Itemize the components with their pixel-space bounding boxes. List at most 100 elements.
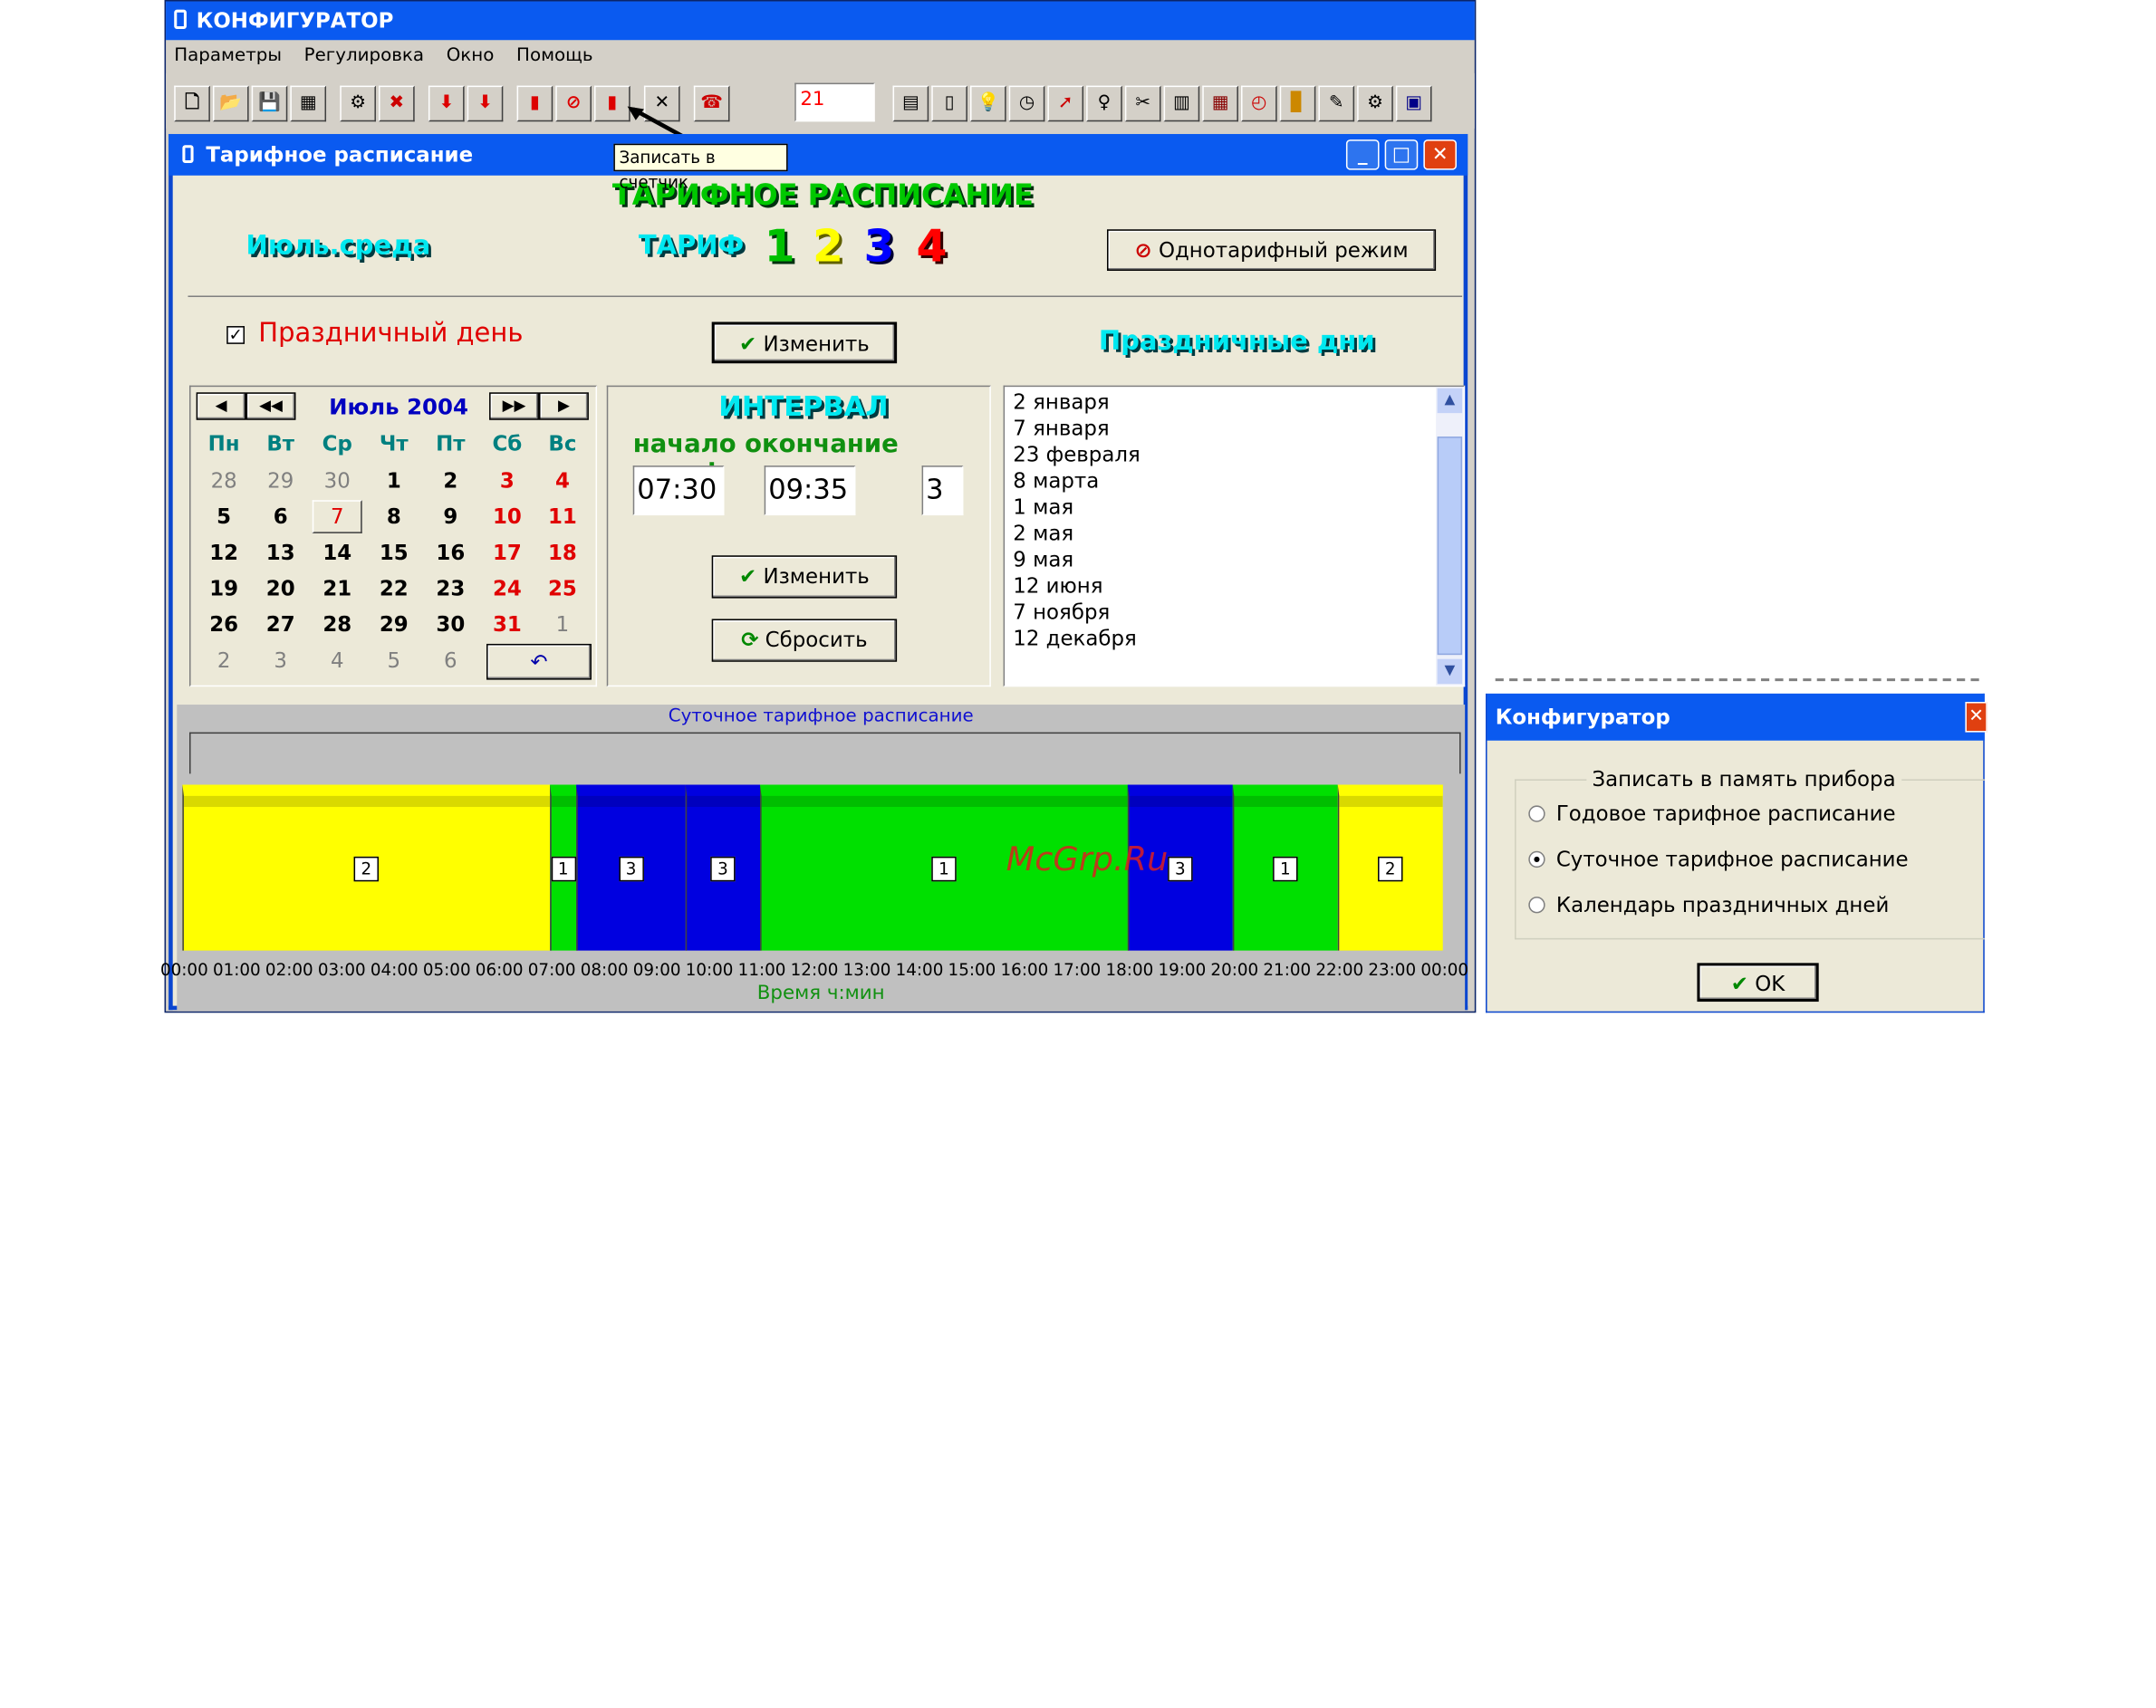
calendar-day[interactable]: 20 [255,576,305,600]
calendar-day[interactable]: 29 [369,612,419,637]
clock-icon[interactable]: ◴ [1240,85,1277,122]
calendar-day[interactable]: 19 [199,576,249,600]
holiday-item[interactable]: 1 мая [1013,494,1140,521]
scroll-thumb[interactable] [1437,437,1463,656]
scrollbar[interactable]: ▲ ▼ [1436,387,1464,686]
calendar-day[interactable]: 21 [313,576,362,600]
calendar-day[interactable]: 2 [199,648,249,673]
calendar-day[interactable]: 7 [312,500,362,533]
calendar-day[interactable]: 28 [313,612,362,637]
today-button[interactable]: ↶ [486,643,592,680]
holiday-checkbox[interactable]: ✓ [226,326,245,344]
device-remove-icon[interactable]: ✖ [379,85,415,122]
calendar-day[interactable]: 25 [537,576,587,600]
calendar-day[interactable]: 22 [369,576,419,600]
write-icon[interactable]: ▮ [516,85,553,122]
menu-window[interactable]: Окно [438,42,503,72]
save-icon[interactable]: 💾 [251,85,288,122]
open-folder-icon[interactable]: 📂 [212,85,249,122]
meter-icon[interactable]: ▯ [931,85,967,122]
scroll-down-icon[interactable]: ▼ [1437,658,1463,685]
holiday-item[interactable]: 23 февраля [1013,442,1140,468]
holiday-item[interactable]: 12 декабря [1013,626,1140,652]
calendar-day[interactable]: 27 [255,612,305,637]
calendar-day[interactable]: 6 [255,504,305,529]
holiday-item[interactable]: 7 января [1013,416,1140,442]
calendar-day[interactable]: 29 [255,468,305,493]
calendar-day[interactable]: 13 [255,541,305,565]
interval-start-input[interactable]: 07:30 [632,465,725,516]
calendar-day[interactable]: 30 [426,612,476,637]
calendar-day[interactable]: 5 [369,648,419,673]
holidays-list[interactable]: 2 января 7 января 23 февраля 8 марта 1 мая 2 … [1003,385,1466,687]
maximize-button[interactable]: □ [1384,139,1419,170]
calendar-day[interactable]: 15 [369,541,419,565]
calendar-day[interactable]: 12 [199,541,249,565]
network-icon[interactable]: ⚙ [1357,85,1393,122]
read-down-2-icon[interactable]: ⬇ [467,85,504,122]
dialog-close-button[interactable]: ✕ [1965,702,1988,733]
calendar-day[interactable]: 11 [537,504,587,529]
calendar-day[interactable]: 3 [255,648,305,673]
calendar-day[interactable]: 14 [313,541,362,565]
calendar-day[interactable]: 28 [199,468,249,493]
calendar-day[interactable]: 31 [482,612,532,637]
holiday-item[interactable]: 2 мая [1013,521,1140,547]
single-tariff-button[interactable]: ⊘ Однотарифный режим [1107,229,1437,272]
bulb-off-icon[interactable]: ♀ [1086,85,1122,122]
calendar-day[interactable]: 10 [482,504,532,529]
ok-button[interactable]: ✔ OK [1697,963,1819,1003]
holiday-change-button[interactable]: ✔ Изменить [711,321,898,364]
calendar-day[interactable]: 1 [537,612,587,637]
menu-regulation[interactable]: Регулировка [295,42,432,72]
radio-yearly[interactable] [1528,805,1545,822]
minimize-button[interactable]: _ [1345,139,1380,170]
calendar-day[interactable]: 17 [482,541,532,565]
calculator-icon[interactable]: ▥ [1163,85,1200,122]
radio-daily[interactable] [1528,850,1545,868]
calendar-day[interactable]: 26 [199,612,249,637]
calendar-day[interactable]: 16 [426,541,476,565]
new-file-icon[interactable]: 🗋 [174,85,210,122]
holiday-item[interactable]: 8 марта [1013,468,1140,494]
menu-parameters[interactable]: Параметры [166,42,290,72]
close-button[interactable]: ✕ [1423,139,1457,170]
arrow-icon[interactable]: ➚ [1047,85,1084,122]
prev-month-button[interactable]: ◀ [196,392,246,420]
next-month-button[interactable]: ▶ [538,392,589,420]
radio-holidays[interactable] [1528,897,1545,914]
meter-list-icon[interactable]: ▤ [892,85,929,122]
tools-icon[interactable]: ✂ [1124,85,1161,122]
config-icon[interactable]: ✎ [1318,85,1355,122]
calendar-day[interactable]: 5 [199,504,249,529]
calendar-day[interactable]: 6 [426,648,476,673]
interval-end-input[interactable]: 09:35 [764,465,856,516]
holiday-item[interactable]: 2 января [1013,389,1140,416]
next-year-button[interactable]: ▶▶ [489,392,539,420]
bulb-icon[interactable]: 💡 [969,85,1006,122]
calendar-day[interactable]: 18 [537,541,587,565]
timer-icon[interactable]: ◷ [1008,85,1045,122]
calendar-day[interactable]: 23 [426,576,476,600]
properties-icon[interactable]: ▦ [290,85,327,122]
calendar-day[interactable]: 30 [313,468,362,493]
read-down-icon[interactable]: ⬇ [428,85,465,122]
calendar-day[interactable]: 4 [537,468,587,493]
calendar-day[interactable]: 9 [426,504,476,529]
calendar-day[interactable]: 24 [482,576,532,600]
scroll-up-icon[interactable]: ▲ [1437,388,1463,414]
interval-reset-button[interactable]: ⟳ Сбросить [711,619,898,662]
calendar-day[interactable]: 4 [313,648,362,673]
calendar-day[interactable]: 1 [369,468,419,493]
holiday-item[interactable]: 12 июня [1013,573,1140,600]
interval-tariff-input[interactable]: 3 [921,465,964,516]
calendar-day[interactable]: 8 [369,504,419,529]
calendar-day[interactable]: 2 [426,468,476,493]
holiday-item[interactable]: 7 ноября [1013,600,1140,626]
prev-year-button[interactable]: ◀◀ [245,392,296,420]
calendar-icon[interactable]: ▦ [1202,85,1238,122]
chart-icon[interactable]: ▊ [1279,85,1316,122]
menu-help[interactable]: Помощь [508,42,602,72]
device-icon[interactable]: ⚙ [340,85,376,122]
stop-icon[interactable]: ⊘ [555,85,592,122]
